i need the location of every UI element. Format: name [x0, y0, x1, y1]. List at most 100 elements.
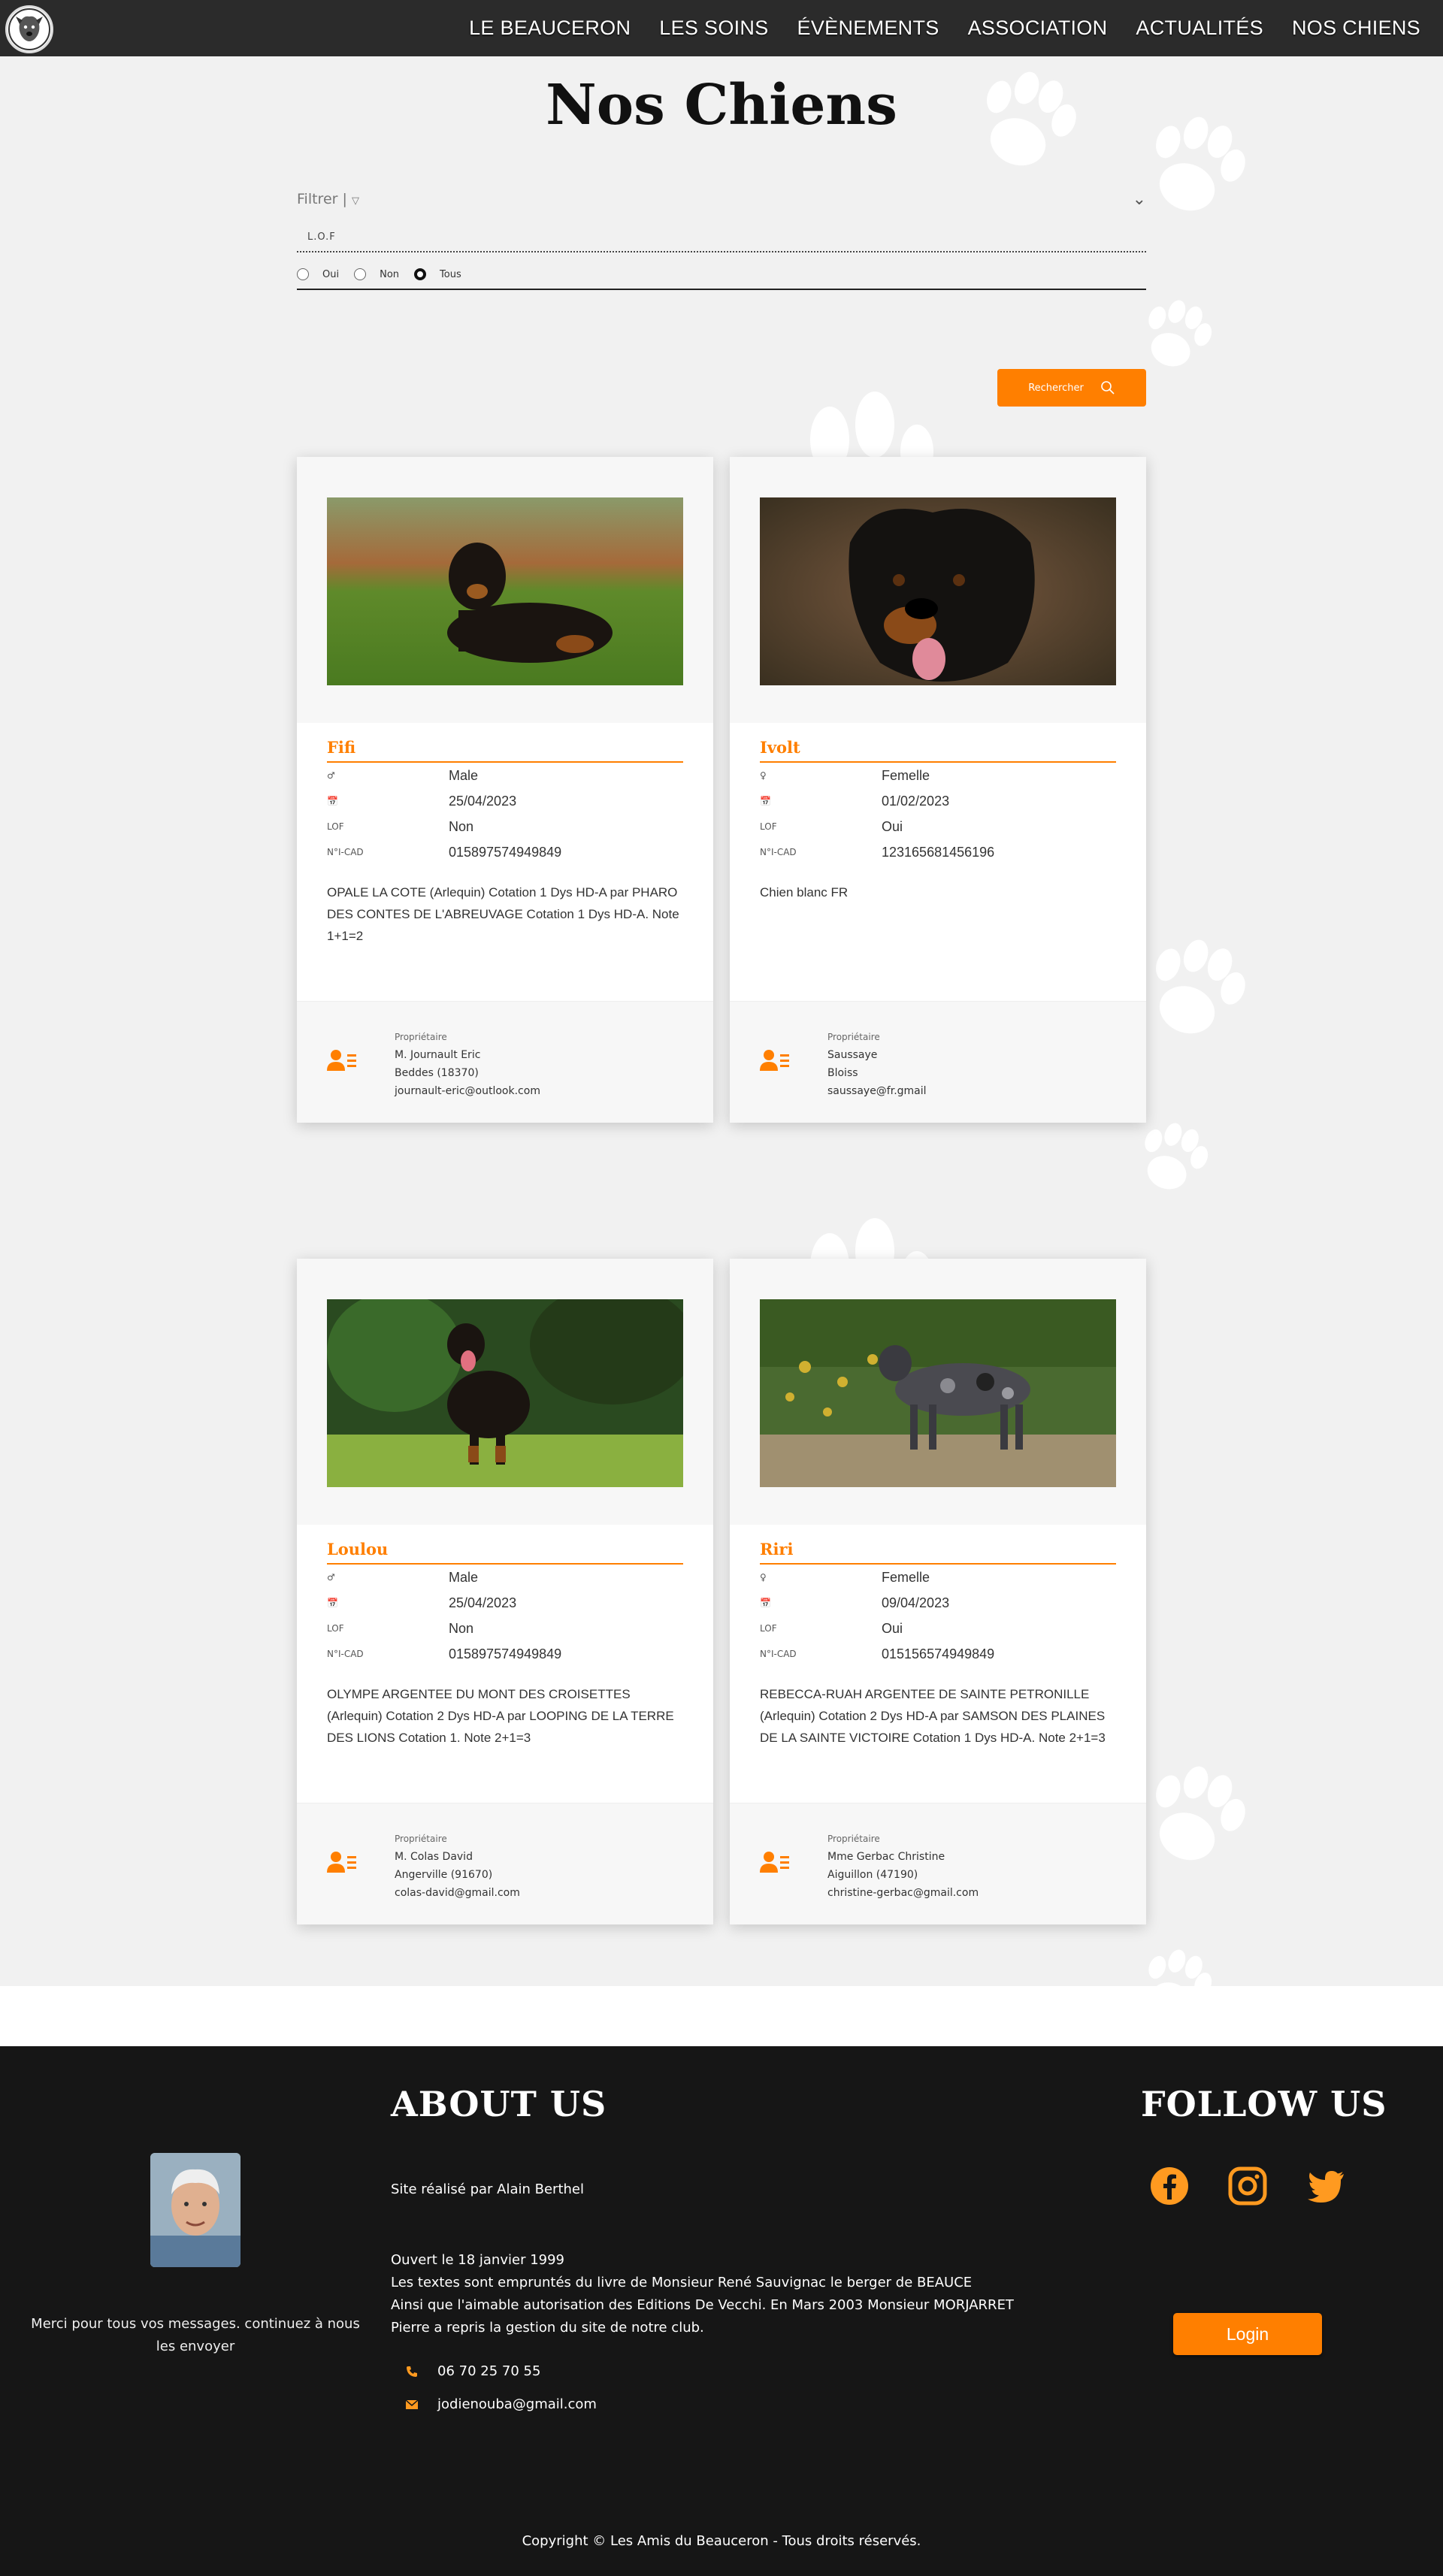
contact-phone[interactable]: 06 70 25 70 55 — [406, 2363, 540, 2379]
owner-section: Propriétaire Mme Gerbac Christine Aiguil… — [730, 1803, 1146, 1924]
search-button-label: Rechercher — [1028, 382, 1084, 394]
follow-title: FOLLOW US — [1141, 2084, 1387, 2124]
dog-card[interactable]: Ivolt ♀ Femelle 📅 01/02/2023 LOF Oui N°I-CA… — [730, 457, 1146, 1123]
dog-icad: 015897574949849 — [449, 844, 562, 860]
radio-button-selected[interactable] — [414, 268, 427, 280]
owner-email[interactable]: saussaye@fr.gmail — [827, 1082, 927, 1100]
dog-sex: Male — [449, 767, 479, 783]
dog-card[interactable]: Fifi ♂ Male 📅 25/04/2023 LOF Non N°I-CAD 015… — [297, 457, 713, 1123]
about-title: ABOUT US — [391, 2084, 607, 2124]
radio-button[interactable] — [354, 268, 367, 280]
radio-non[interactable]: Non — [354, 268, 399, 280]
owner-contact-icon — [760, 1852, 789, 1873]
owner-name: Saussaye — [827, 1049, 878, 1061]
login-button[interactable]: Login — [1173, 2313, 1322, 2355]
lof-label: LOF — [760, 1623, 777, 1634]
dog-card[interactable]: Riri ♀ Femelle 📅 09/04/2023 LOF Oui N°I-CAD… — [730, 1259, 1146, 1924]
dog-description: OLYMPE ARGENTEE DU MONT DES CROISETTES (… — [327, 1687, 674, 1745]
lof-label: LOF — [760, 821, 777, 832]
site-credit: Site réalisé par Alain Berthel — [391, 2181, 584, 2197]
dog-birthdate: 01/02/2023 — [882, 793, 950, 809]
owner-label: Propriétaire — [395, 1834, 447, 1844]
nav-item-association[interactable]: ASSOCIATION — [968, 17, 1108, 40]
owner-section: Propriétaire M. Colas David Angerville (… — [297, 1803, 713, 1924]
dog-description: Chien blanc FR — [760, 885, 849, 899]
social-links — [1150, 2166, 1345, 2206]
dog-photo-area — [730, 1259, 1146, 1525]
dog-lof: Non — [449, 818, 474, 834]
owner-email[interactable]: journault-eric@outlook.com — [395, 1082, 540, 1100]
dog-photo-area — [297, 457, 713, 723]
email-address: jodienouba@gmail.com — [437, 2396, 597, 2412]
nav-item-evenements[interactable]: ÉVÈNEMENTS — [797, 17, 939, 40]
dog-name[interactable]: Riri — [760, 1540, 1116, 1565]
dog-name[interactable]: Fifi — [327, 738, 683, 763]
contact-email[interactable]: jodienouba@gmail.com — [406, 2396, 597, 2412]
filter-toggle[interactable]: Filtrer | ▽ ⌄ — [297, 188, 1146, 210]
dog-sex: Male — [449, 1569, 479, 1585]
search-button[interactable]: Rechercher — [997, 369, 1146, 407]
paw-print-icon — [1131, 1939, 1221, 1986]
dog-name[interactable]: Ivolt — [760, 738, 1116, 763]
dog-photo-area — [730, 457, 1146, 723]
lof-field-label: L.O.F — [297, 228, 1146, 252]
dog-photo — [760, 497, 1116, 685]
dog-photo — [327, 497, 683, 685]
owner-city: Aiguillon (47190) — [827, 1869, 918, 1881]
dog-lof: Non — [449, 1620, 474, 1636]
calendar-icon: 📅 — [327, 796, 338, 806]
filter-funnel-icon: ▽ — [351, 195, 359, 207]
owner-email[interactable]: colas-david@gmail.com — [395, 1884, 520, 1902]
radio-tous[interactable]: Tous — [414, 268, 461, 280]
about-line: Ouvert le 18 janvier 1999 — [391, 2252, 565, 2268]
owner-name: M. Colas David — [395, 1851, 473, 1863]
calendar-icon: 📅 — [760, 796, 771, 806]
dog-photo — [327, 1299, 683, 1487]
owner-city: Bloiss — [827, 1067, 858, 1079]
icad-label: N°I-CAD — [760, 847, 797, 857]
male-icon: ♂ — [327, 1572, 335, 1583]
dog-name[interactable]: Loulou — [327, 1540, 683, 1565]
owner-name: M. Journault Eric — [395, 1049, 481, 1061]
copyright: Copyright © Les Amis du Beauceron - Tous… — [522, 2533, 921, 2549]
radio-oui[interactable]: Oui — [297, 268, 339, 280]
owner-section: Propriétaire M. Journault Eric Beddes (1… — [297, 1001, 713, 1123]
facebook-icon[interactable] — [1150, 2166, 1189, 2206]
main-content: Nos Chiens Filtrer | ▽ ⌄ L.O.F Oui Non T… — [0, 56, 1443, 1986]
instagram-icon[interactable] — [1228, 2166, 1267, 2206]
owner-section: Propriétaire Saussaye Bloiss saussaye@fr… — [730, 1001, 1146, 1123]
owner-email[interactable]: christine-gerbac@gmail.com — [827, 1884, 979, 1902]
dog-birthdate: 25/04/2023 — [449, 1595, 517, 1610]
chevron-down-icon[interactable]: ⌄ — [1133, 190, 1146, 209]
dog-icad: 015156574949849 — [882, 1646, 995, 1661]
dog-birthdate: 09/04/2023 — [882, 1595, 950, 1610]
dog-birthdate: 25/04/2023 — [449, 793, 517, 809]
nav-item-les-soins[interactable]: LES SOINS — [659, 17, 768, 40]
twitter-icon[interactable] — [1306, 2166, 1345, 2206]
site-footer: Merci pour tous vos messages. continuez … — [0, 2046, 1443, 2576]
icad-label: N°I-CAD — [760, 1649, 797, 1659]
radio-button[interactable] — [297, 268, 309, 280]
owner-contact-icon — [760, 1050, 789, 1071]
club-logo[interactable] — [5, 5, 53, 53]
lof-label: LOF — [327, 1623, 344, 1634]
dog-lof: Oui — [882, 1620, 903, 1636]
dog-filter: Filtrer | ▽ ⌄ L.O.F Oui Non Tous Recherc… — [297, 188, 1146, 407]
nav-item-actualites[interactable]: ACTUALITÉS — [1136, 17, 1263, 40]
owner-city: Angerville (91670) — [395, 1869, 493, 1881]
calendar-icon: 📅 — [760, 1598, 771, 1608]
paw-print-icon — [1131, 289, 1221, 379]
dog-sex: Femelle — [882, 1569, 930, 1585]
phone-icon — [407, 2366, 417, 2377]
about-line: Ainsi que l'aimable autorisation des Edi… — [391, 2297, 1014, 2313]
thanks-message: Merci pour tous vos messages. continuez … — [31, 2316, 360, 2354]
about-text: Ouvert le 18 janvier 1999 Les textes son… — [391, 2249, 1067, 2339]
icad-label: N°I-CAD — [327, 1649, 364, 1659]
nav-item-le-beauceron[interactable]: LE BEAUCERON — [469, 17, 631, 40]
paw-print-icon — [1127, 1112, 1218, 1202]
owner-label: Propriétaire — [827, 1834, 880, 1844]
dog-lof: Oui — [882, 818, 903, 834]
nav-item-nos-chiens[interactable]: NOS CHIENS — [1292, 17, 1420, 40]
owner-contact-icon — [327, 1852, 356, 1873]
dog-card[interactable]: Loulou ♂ Male 📅 25/04/2023 LOF Non N°I-CAD 0… — [297, 1259, 713, 1924]
